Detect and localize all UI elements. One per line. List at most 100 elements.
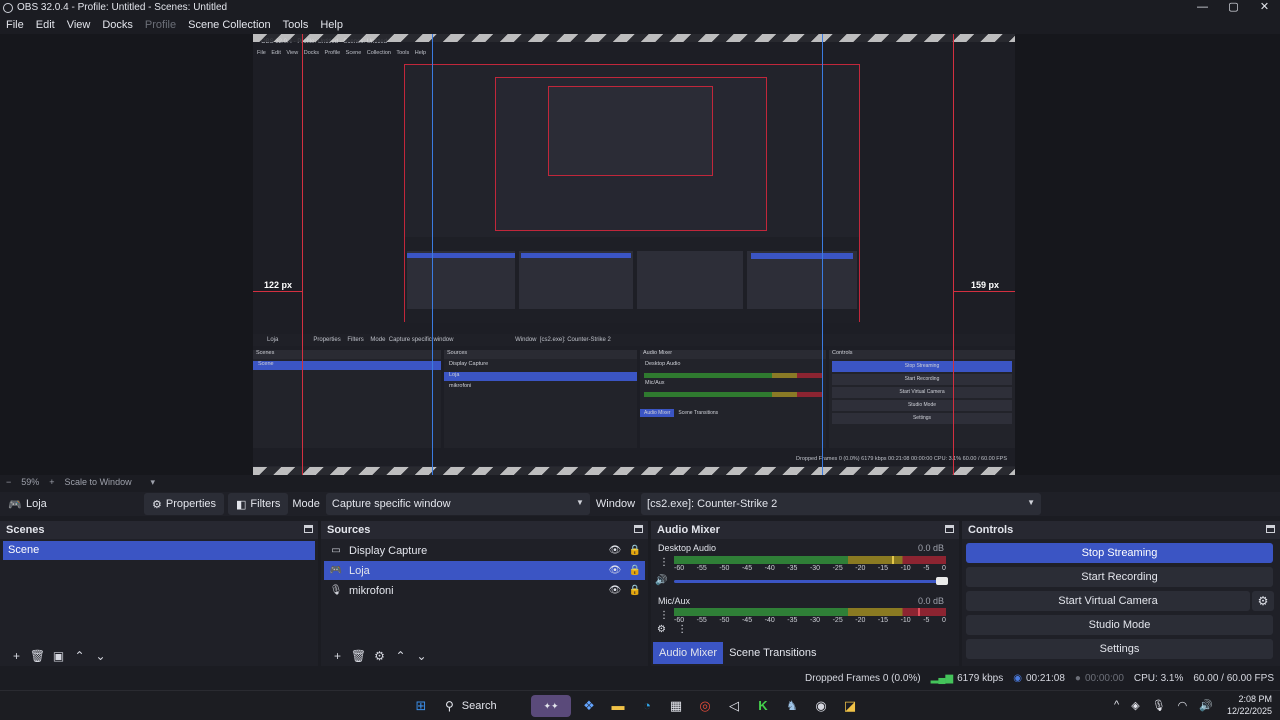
start-virtual-camera-button[interactable]: Start Virtual Camera	[966, 591, 1250, 611]
windows-start-icon[interactable]: ⊞	[410, 695, 432, 717]
filters-icon: ◧	[236, 498, 247, 511]
volume-slider-knob[interactable]	[936, 577, 948, 585]
file-explorer-icon[interactable]: ▬	[607, 695, 629, 717]
virtual-camera-settings-gear-icon[interactable]: ⚙	[1252, 591, 1274, 611]
selected-source-name: Loja	[26, 498, 47, 510]
speaker-icon[interactable]: 🔊	[655, 575, 667, 586]
volume-slider-desktop[interactable]	[674, 577, 948, 585]
move-source-up-button[interactable]: ⌃	[390, 649, 411, 663]
visibility-eye-icon[interactable]: 👁	[608, 585, 622, 596]
zoom-out-button[interactable]: −	[6, 477, 11, 487]
scene-list-item[interactable]: Scene	[3, 541, 315, 560]
volume-meter-mic	[674, 608, 946, 616]
menu-docks[interactable]: Docks	[102, 19, 133, 31]
chrome-icon[interactable]: ◎	[694, 695, 716, 717]
nested-controls-dock: Controls Stop Streaming Start Recording …	[829, 350, 1015, 448]
gamepad-icon: 🎮	[8, 498, 22, 511]
visibility-eye-icon[interactable]: 👁	[608, 565, 622, 576]
mode-select[interactable]: Capture specific window ▼	[325, 493, 590, 515]
tab-audio-mixer[interactable]: Audio Mixer	[653, 642, 724, 664]
tab-scene-transitions[interactable]: Scene Transitions	[723, 642, 822, 664]
obs-logo-icon	[3, 2, 13, 13]
capcut-icon[interactable]: ◁	[723, 695, 745, 717]
window-title: OBS 32.0.4 - Profile: Untitled - Scenes:…	[17, 2, 228, 13]
mixer-tab-bar: Audio Mixer Scene Transitions	[653, 642, 823, 664]
source-properties-button[interactable]: ⚙	[369, 649, 390, 663]
undock-icon[interactable]	[945, 525, 954, 533]
move-source-down-button[interactable]: ⌄	[411, 649, 432, 663]
undock-icon[interactable]	[634, 525, 643, 533]
chevron-down-icon[interactable]: ▾	[151, 477, 156, 488]
advanced-audio-icon[interactable]: ⚙	[657, 624, 666, 635]
lock-icon[interactable]: 🔒	[628, 565, 642, 576]
move-scene-up-button[interactable]: ⌃	[69, 649, 90, 663]
zoom-in-button[interactable]: +	[49, 477, 54, 487]
preview-canvas[interactable]: OBS 32.0.4 - Profile: Untitled - Scenes:…	[0, 34, 1280, 475]
menu-file[interactable]: File	[6, 19, 24, 31]
undock-icon[interactable]	[304, 525, 313, 533]
copilot-icon[interactable]: ❖	[578, 695, 600, 717]
undock-icon[interactable]	[1266, 525, 1275, 533]
move-scene-down-button[interactable]: ⌄	[90, 649, 111, 663]
properties-button[interactable]: ⚙ Properties	[144, 493, 225, 515]
menu-edit[interactable]: Edit	[36, 19, 55, 31]
mixer-menu-icon[interactable]: ⋮	[677, 624, 687, 635]
nested-preview-canvas	[404, 64, 860, 323]
menu-help[interactable]: Help	[320, 19, 343, 31]
lock-icon[interactable]: 🔒	[628, 545, 642, 556]
taskbar-clock[interactable]: 2:08 PM 12/22/2025	[1227, 693, 1272, 717]
minimize-button[interactable]: —	[1187, 0, 1218, 15]
stop-streaming-button[interactable]: Stop Streaming	[966, 543, 1273, 563]
store-icon[interactable]: ▦	[665, 695, 687, 717]
gear-icon: ⚙	[152, 498, 162, 511]
scenes-dock-title: Scenes	[0, 521, 318, 539]
mode-label: Mode	[292, 498, 320, 510]
channel-menu-icon[interactable]: ⋮	[659, 610, 669, 621]
scenes-toolbar: + 🗑 ▣ ⌃ ⌄	[0, 646, 318, 666]
tray-wifi-icon[interactable]: ◠	[1178, 699, 1188, 712]
tray-network-icon[interactable]: ◈	[1131, 699, 1139, 712]
menu-scene-collection[interactable]: Scene Collection	[188, 19, 271, 31]
title-bar: OBS 32.0.4 - Profile: Untitled - Scenes:…	[0, 0, 1280, 15]
taskbar-search[interactable]: ⚲ Search	[439, 695, 523, 717]
taskbar-apps: ⊞ ⚲ Search ✦✦ ❖ ▬ ◔ ▦ ◎ ◁ K ♞ ◉ ◪	[410, 695, 868, 717]
channel-db-readout: 0.0 dB	[917, 542, 944, 553]
properties-bar: 🎮 Loja ⚙ Properties ◧ Filters Mode Captu…	[0, 492, 1280, 516]
remove-scene-button[interactable]: 🗑	[27, 649, 48, 663]
start-recording-button[interactable]: Start Recording	[966, 567, 1273, 587]
source-row-mikrofoni[interactable]: 🎙 mikrofoni 👁 🔒	[324, 581, 645, 600]
bottom-crop-stripes	[253, 467, 1015, 475]
lock-icon[interactable]: 🔒	[628, 585, 642, 596]
clock-time: 2:08 PM	[1238, 694, 1272, 704]
scene-filters-button[interactable]: ▣	[48, 649, 69, 663]
tray-chevron-up-icon[interactable]: ^	[1114, 699, 1119, 711]
maximize-button[interactable]: ▢	[1218, 0, 1249, 15]
close-button[interactable]: ✕	[1249, 0, 1280, 15]
studio-mode-button[interactable]: Studio Mode	[966, 615, 1273, 635]
window-select[interactable]: [cs2.exe]: Counter-Strike 2 ▼	[641, 493, 1042, 515]
add-source-button[interactable]: +	[327, 649, 348, 663]
visibility-eye-icon[interactable]: 👁	[608, 545, 622, 556]
sources-dock-title: Sources	[321, 521, 648, 539]
tray-mic-icon[interactable]: 🎙	[1152, 699, 1166, 712]
source-row-display-capture[interactable]: ▭ Display Capture 👁 🔒	[324, 541, 645, 560]
source-row-loja[interactable]: 🎮 Loja 👁 🔒	[324, 561, 645, 580]
obs-taskbar-icon[interactable]: ◉	[810, 695, 832, 717]
settings-button[interactable]: Settings	[966, 639, 1273, 659]
add-scene-button[interactable]: +	[6, 649, 27, 663]
remove-source-button[interactable]: 🗑	[348, 649, 369, 663]
menu-tools[interactable]: Tools	[283, 19, 309, 31]
kick-icon[interactable]: K	[752, 695, 774, 717]
menu-view[interactable]: View	[67, 19, 91, 31]
snap-guide-1	[432, 34, 433, 475]
steam-icon[interactable]: ♞	[781, 695, 803, 717]
gamepad-icon: 🎮	[329, 565, 343, 576]
nested-scenes-dock: Scenes Scene	[253, 350, 441, 448]
microphone-icon: 🎙	[329, 585, 343, 596]
scale-mode-select[interactable]: Scale to Window	[65, 477, 141, 487]
cs2-taskbar-icon[interactable]: ◪	[839, 695, 861, 717]
filters-button[interactable]: ◧ Filters	[228, 493, 289, 515]
tray-volume-icon[interactable]: 🔊	[1199, 699, 1213, 712]
edge-browser-icon[interactable]: ◔	[636, 695, 658, 717]
channel-menu-icon[interactable]: ⋮	[659, 557, 669, 568]
